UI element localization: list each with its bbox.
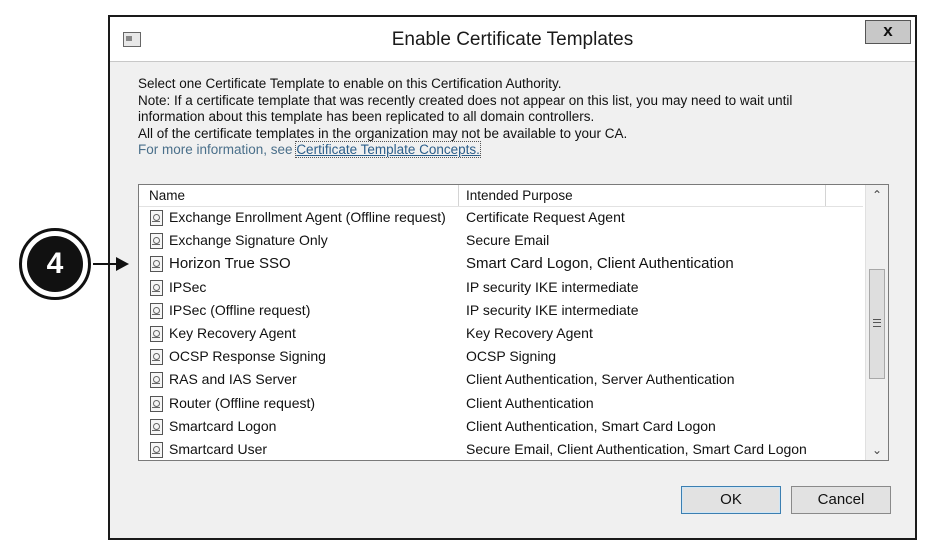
list-header: Name Intended Purpose	[139, 185, 863, 207]
list-item[interactable]: Smartcard User Secure Email, Client Authe…	[139, 439, 863, 460]
template-name: OCSP Response Signing	[169, 348, 326, 365]
template-name: RAS and IAS Server	[169, 371, 297, 388]
dialog-title: Enable Certificate Templates	[391, 29, 634, 50]
list-item[interactable]: Exchange Signature Only Secure Email	[139, 230, 863, 253]
certificate-template-icon	[150, 349, 163, 366]
certificate-template-icon	[150, 441, 163, 458]
template-purpose: OCSP Signing	[466, 348, 557, 365]
template-name: Exchange Signature Only	[169, 232, 328, 249]
dialog-description: Select one Certificate Template to enabl…	[138, 76, 898, 159]
certificate-template-icon	[150, 372, 163, 389]
template-name: Router (Offline request)	[169, 394, 316, 411]
template-name: Exchange Enrollment Agent (Offline reque…	[169, 209, 446, 225]
vertical-scrollbar[interactable]: ⌃ ⌄	[865, 185, 888, 460]
enable-certificate-templates-dialog: Enable Certificate Templates x Select on…	[108, 15, 917, 540]
template-purpose: Smart Card Logon, Client Authentication	[466, 255, 734, 273]
template-name: Key Recovery Agent	[169, 324, 296, 341]
list-item[interactable]: IPSec IP security IKE intermediate	[139, 277, 863, 300]
template-purpose: IP security IKE intermediate	[466, 278, 639, 295]
title-bar: Enable Certificate Templates x	[110, 17, 915, 62]
list-item[interactable]: OCSP Response Signing OCSP Signing	[139, 346, 863, 369]
description-line: Select one Certificate Template to enabl…	[138, 76, 562, 91]
column-divider[interactable]	[825, 185, 826, 206]
list-item[interactable]: RAS and IAS Server Client Authentication,…	[139, 369, 863, 392]
grip-icon	[873, 319, 881, 327]
list-item[interactable]: IPSec (Offline request) IP security IKE i…	[139, 300, 863, 323]
certificate-template-icon	[150, 418, 163, 435]
template-name: Horizon True SSO	[169, 255, 291, 273]
description-line: information about this template has been…	[138, 109, 595, 124]
template-purpose: Client Authentication, Server Authentica…	[466, 371, 735, 388]
column-header-name[interactable]: Name	[149, 188, 185, 203]
step-number: 4	[27, 236, 83, 292]
template-purpose: Client Authentication	[466, 394, 594, 411]
certificate-template-list[interactable]: Name Intended Purpose Exchange Enrollmen…	[138, 184, 889, 461]
template-name: IPSec (Offline request)	[169, 301, 311, 318]
list-item[interactable]: Key Recovery Agent Key Recovery Agent	[139, 323, 863, 346]
chevron-down-icon[interactable]: ⌄	[866, 440, 888, 460]
template-purpose: Secure Email	[466, 232, 550, 249]
certificate-template-icon	[150, 256, 163, 273]
template-purpose: Key Recovery Agent	[466, 324, 593, 341]
column-header-intended-purpose[interactable]: Intended Purpose	[466, 188, 573, 203]
ok-button[interactable]: OK	[681, 486, 781, 514]
info-prefix: For more information, see	[138, 142, 297, 157]
list-rows: Exchange Enrollment Agent (Offline reque…	[139, 207, 863, 460]
template-name: Smartcard Logon	[169, 417, 277, 434]
template-purpose: Secure Email, Client Authentication, Sma…	[466, 440, 807, 457]
description-line: All of the certificate templates in the …	[138, 125, 628, 141]
step-callout-badge: 4	[19, 228, 91, 300]
certificate-template-icon	[150, 325, 163, 342]
list-item[interactable]: Router (Offline request) Client Authentic…	[139, 393, 863, 416]
column-divider[interactable]	[458, 185, 459, 206]
chevron-up-icon[interactable]: ⌃	[866, 185, 888, 205]
list-item[interactable]: Smartcard Logon Client Authentication, Sm…	[139, 416, 863, 439]
close-button[interactable]: x	[865, 20, 911, 44]
certificate-template-icon	[150, 279, 163, 296]
certificate-template-concepts-link[interactable]: Certificate Template Concepts.	[295, 141, 481, 158]
arrow-right-icon	[116, 257, 129, 271]
scrollbar-thumb[interactable]	[869, 269, 885, 379]
cancel-button[interactable]: Cancel	[791, 486, 891, 514]
list-item[interactable]: Exchange Enrollment Agent (Offline reque…	[139, 207, 863, 230]
certificate-template-icon	[150, 233, 163, 250]
certificate-template-icon	[150, 210, 163, 226]
description-line: Note: If a certificate template that was…	[138, 92, 793, 108]
template-purpose: IP security IKE intermediate	[466, 301, 639, 318]
template-name: Smartcard User	[169, 440, 268, 457]
template-name: IPSec	[169, 278, 207, 295]
list-item-horizon-true-sso[interactable]: Horizon True SSO Smart Card Logon, Client…	[139, 253, 863, 276]
certificate-template-icon	[150, 302, 163, 319]
certificate-template-icon	[150, 395, 163, 412]
template-purpose: Client Authentication, Smart Card Logon	[466, 417, 716, 434]
info-line: For more information, see Certificate Te…	[138, 141, 898, 159]
template-purpose: Certificate Request Agent	[466, 209, 625, 225]
